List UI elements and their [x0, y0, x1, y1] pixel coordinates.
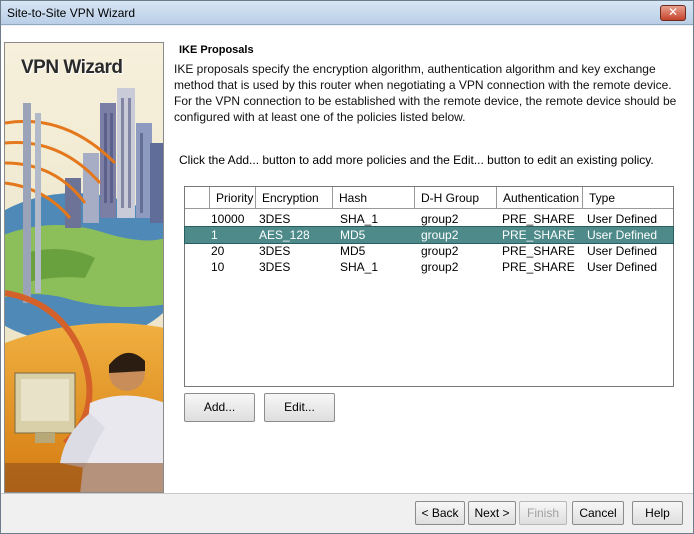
wizard-footer: < Back Next > Finish Cancel Help: [1, 493, 693, 533]
window-title: Site-to-Site VPN Wizard: [7, 6, 136, 20]
col-header-select[interactable]: [185, 187, 210, 209]
wizard-sidebar-image: VPN Wizard: [4, 42, 164, 493]
ike-proposals-table[interactable]: Priority Encryption Hash D-H Group Authe…: [184, 186, 674, 387]
cell-type: User Defined: [587, 244, 658, 258]
add-button[interactable]: Add...: [184, 393, 255, 422]
instruction-text: Click the Add... button to add more poli…: [179, 153, 654, 167]
cell-type: User Defined: [587, 260, 658, 274]
cell-dh-group: group2: [421, 228, 459, 242]
table-row[interactable]: 20 3DES MD5 group2 PRE_SHARE User Define…: [185, 243, 673, 259]
cell-dh-group: group2: [421, 260, 459, 274]
back-button[interactable]: < Back: [415, 501, 465, 525]
cell-priority: 10000: [211, 212, 245, 226]
col-header-type[interactable]: Type: [583, 187, 673, 209]
cell-type: User Defined: [587, 228, 658, 242]
wizard-content: VPN Wizard IKE Proposals IKE proposals s…: [1, 26, 693, 493]
vpn-illustration: [5, 43, 163, 492]
section-description: IKE proposals specify the encryption alg…: [174, 62, 677, 124]
finish-button[interactable]: Finish: [519, 501, 567, 525]
cell-encryption: 3DES: [259, 244, 291, 258]
cell-authentication: PRE_SHARE: [502, 228, 575, 242]
close-icon: ✕: [667, 5, 679, 19]
sidebar-title: VPN Wizard: [21, 57, 123, 78]
cell-hash: SHA_1: [340, 260, 379, 274]
cell-encryption: AES_128: [259, 228, 310, 242]
table-row-selected[interactable]: 1 AES_128 MD5 group2 PRE_SHARE User Defi…: [184, 226, 674, 244]
cell-authentication: PRE_SHARE: [502, 260, 575, 274]
title-bar[interactable]: Site-to-Site VPN Wizard ✕: [1, 1, 693, 25]
table-row[interactable]: 10000 3DES SHA_1 group2 PRE_SHARE User D…: [185, 211, 673, 227]
cell-priority: 10: [211, 260, 225, 274]
cell-hash: MD5: [340, 228, 366, 242]
col-header-priority[interactable]: Priority: [210, 187, 256, 209]
cell-priority: 20: [211, 244, 225, 258]
section-heading: IKE Proposals: [179, 44, 254, 56]
cell-priority: 1: [211, 228, 218, 242]
cell-authentication: PRE_SHARE: [502, 212, 575, 226]
next-button[interactable]: Next >: [468, 501, 516, 525]
cell-dh-group: group2: [421, 212, 459, 226]
help-button[interactable]: Help: [632, 501, 683, 525]
cell-type: User Defined: [587, 212, 658, 226]
cell-hash: SHA_1: [340, 212, 379, 226]
col-header-authentication[interactable]: Authentication: [497, 187, 583, 209]
close-button[interactable]: ✕: [660, 5, 686, 21]
edit-button[interactable]: Edit...: [264, 393, 335, 422]
col-header-hash[interactable]: Hash: [333, 187, 415, 209]
cell-dh-group: group2: [421, 244, 459, 258]
cell-encryption: 3DES: [259, 260, 291, 274]
cell-authentication: PRE_SHARE: [502, 244, 575, 258]
col-header-dh-group[interactable]: D-H Group: [415, 187, 497, 209]
cancel-button[interactable]: Cancel: [572, 501, 624, 525]
cell-hash: MD5: [340, 244, 366, 258]
table-header: Priority Encryption Hash D-H Group Authe…: [185, 187, 673, 209]
wizard-window: Site-to-Site VPN Wizard ✕ VPN Wizard IKE…: [0, 0, 694, 534]
table-row[interactable]: 10 3DES SHA_1 group2 PRE_SHARE User Defi…: [185, 259, 673, 275]
cell-encryption: 3DES: [259, 212, 291, 226]
col-header-encryption[interactable]: Encryption: [256, 187, 333, 209]
